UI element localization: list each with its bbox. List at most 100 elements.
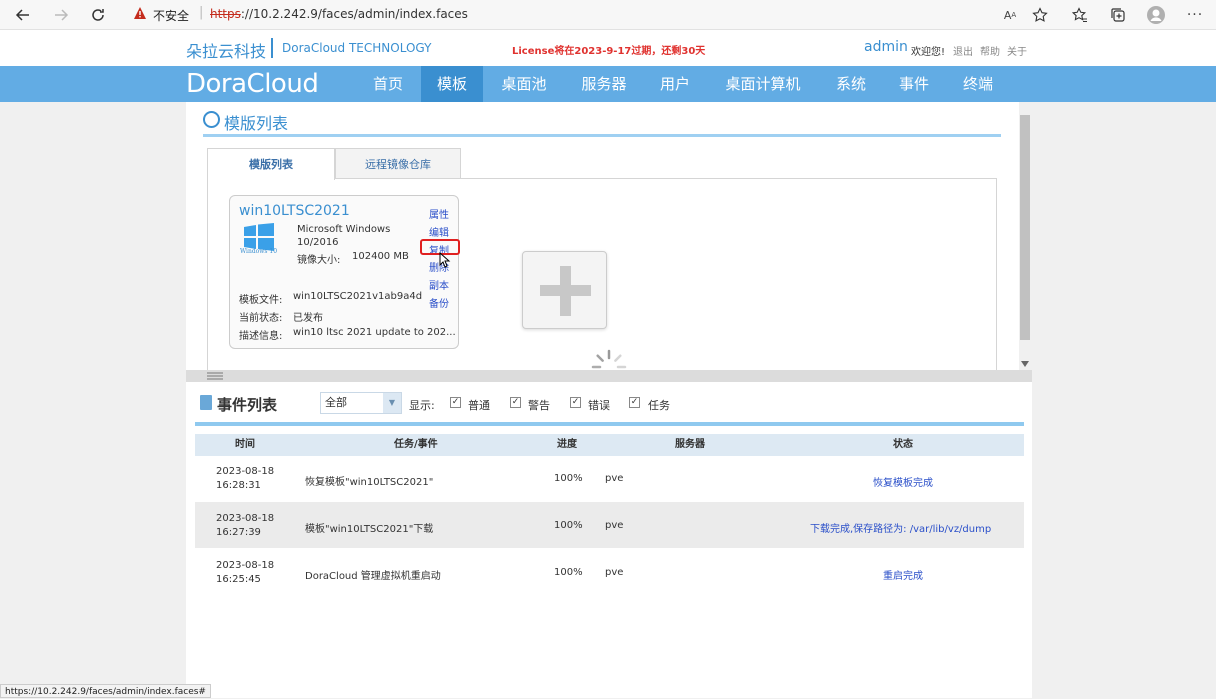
filter-task-checkbox[interactable]: ✓ <box>629 397 640 408</box>
filter-task-label: 任务 <box>648 399 670 412</box>
description-value: win10 ltsc 2021 update to 202... <box>293 327 456 338</box>
row-time: 16:25:45 <box>216 574 261 585</box>
loading-spinner-icon <box>591 349 627 369</box>
insecure-label[interactable]: 不安全 <box>153 7 189 24</box>
filter-error-checkbox[interactable]: ✓ <box>570 397 581 408</box>
column-task-event[interactable]: 任务/事件 <box>394 434 438 456</box>
forward-icon[interactable] <box>50 4 72 26</box>
events-table-header: 时间 任务/事件 进度 服务器 状态 <box>195 434 1024 456</box>
template-name[interactable]: win10LTSC2021 <box>239 203 350 219</box>
logo: DoraCloud <box>186 69 319 99</box>
chevron-down-icon[interactable]: ▼ <box>383 393 401 413</box>
nav-events[interactable]: 事件 <box>889 66 939 102</box>
username: admin <box>864 39 908 55</box>
main-nav: DoraCloud 首页 模板 桌面池 服务器 用户 桌面计算机 系统 事件 终… <box>0 66 1216 102</box>
column-server[interactable]: 服务器 <box>675 434 705 456</box>
splitter-handle-icon[interactable] <box>207 372 223 380</box>
more-icon[interactable]: ··· <box>1184 4 1206 26</box>
tab-remote-image-repo[interactable]: 远程镜像仓库 <box>335 148 461 180</box>
row-event: 模板"win10LTSC2021"下载 <box>305 524 434 535</box>
row-event: 恢复模板"win10LTSC2021" <box>305 477 434 488</box>
description-label: 描述信息: <box>239 331 283 342</box>
event-filter-select[interactable]: 全部 ▼ <box>320 392 402 414</box>
event-filter-value: 全部 <box>325 396 347 409</box>
plus-icon <box>540 266 591 316</box>
nav-terminals[interactable]: 终端 <box>953 66 1003 102</box>
nav-system[interactable]: 系统 <box>826 66 876 102</box>
add-template-button[interactable] <box>522 251 607 329</box>
image-size-label: 镜像大小: <box>297 255 341 266</box>
template-card[interactable]: win10LTSC2021 Windows 10 Microsoft Windo… <box>229 195 460 349</box>
address-bar[interactable]: https://10.2.242.9/faces/admin/index.fac… <box>210 7 468 21</box>
url-separator: | <box>199 5 204 20</box>
nav-home[interactable]: 首页 <box>358 66 418 102</box>
row-status: 重启完成 <box>883 571 923 582</box>
filter-error-label: 错误 <box>588 399 610 412</box>
tab-template-list[interactable]: 模版列表 <box>207 148 335 180</box>
film-reel-icon <box>203 111 220 128</box>
favorite-add-icon[interactable] <box>1029 4 1051 26</box>
about-link[interactable]: 关于 <box>1007 43 1027 58</box>
column-progress[interactable]: 进度 <box>557 434 577 456</box>
cursor-icon <box>439 252 451 268</box>
column-status[interactable]: 状态 <box>893 434 913 456</box>
license-notice: License将在2023-9-17过期，还剩30天 <box>512 46 706 57</box>
column-time[interactable]: 时间 <box>235 434 255 456</box>
title-underline <box>203 134 1001 137</box>
row-time: 16:27:39 <box>216 527 261 538</box>
nav-desktop-pool[interactable]: 桌面池 <box>490 66 558 102</box>
profile-icon[interactable] <box>1145 4 1167 26</box>
filter-warning-checkbox[interactable]: ✓ <box>510 397 521 408</box>
scroll-down-icon[interactable] <box>1021 361 1029 367</box>
table-row[interactable]: 2023-08-18 16:28:31 恢复模板"win10LTSC2021" … <box>195 456 1024 502</box>
windows-logo-text: Windows 10 <box>240 248 278 255</box>
os-name: Microsoft Windows <box>297 224 391 235</box>
url-path: ://10.2.242.9/faces/admin/index.faces <box>240 7 468 21</box>
nav-servers[interactable]: 服务器 <box>570 66 638 102</box>
edit-link[interactable]: 编辑 <box>429 224 449 239</box>
row-status: 下载完成,保存路径为: /var/lib/vz/dump <box>810 524 992 535</box>
scrollbar-thumb[interactable] <box>1020 115 1030 340</box>
status-url: https://10.2.242.9/faces/admin/index.fac… <box>0 684 211 698</box>
back-icon[interactable] <box>12 4 34 26</box>
row-time: 16:28:31 <box>216 480 261 491</box>
os-version: 10/2016 <box>297 237 339 248</box>
read-aloud-icon[interactable]: AA <box>999 4 1021 26</box>
url-scheme: https <box>210 7 241 21</box>
help-link[interactable]: 帮助 <box>980 43 1000 58</box>
welcome-text: 欢迎您! <box>911 47 946 58</box>
browser-toolbar: 不安全 | https://10.2.242.9/faces/admin/ind… <box>0 0 1216 30</box>
filter-normal-label: 普通 <box>468 399 490 412</box>
refresh-icon[interactable] <box>87 4 109 26</box>
template-panel: 模版列表 模版列表 远程镜像仓库 win10LTSC2021 Windows 1… <box>186 102 1032 370</box>
backup-link[interactable]: 备份 <box>429 295 449 310</box>
document-icon <box>200 395 212 410</box>
favorites-icon[interactable] <box>1069 4 1091 26</box>
events-panel: 事件列表 全部 ▼ 显示: ✓ 普通 ✓ 警告 ✓ 错误 ✓ 任务 时间 任务/… <box>186 382 1032 698</box>
row-status: 恢复模板完成 <box>873 478 933 489</box>
section-title: 模版列表 <box>224 114 289 133</box>
logout-link[interactable]: 退出 <box>953 43 973 58</box>
app-header: 朵拉云科技 DoraCloud TECHNOLOGY License将在2023… <box>0 30 1216 66</box>
replica-link[interactable]: 副本 <box>429 277 449 292</box>
template-file-value: win10LTSC2021v1ab9a4d <box>293 291 423 302</box>
nav-templates[interactable]: 模板 <box>421 66 483 102</box>
filter-normal-checkbox[interactable]: ✓ <box>450 397 461 408</box>
show-label: 显示: <box>409 399 435 412</box>
warning-icon <box>134 7 146 19</box>
row-event: DoraCloud 管理虚拟机重启动 <box>305 571 441 582</box>
table-row[interactable]: 2023-08-18 16:27:39 模板"win10LTSC2021"下载 … <box>195 502 1024 548</box>
panel-splitter[interactable] <box>186 370 1032 382</box>
state-label: 当前状态: <box>239 313 283 324</box>
image-size-value: 102400 MB <box>352 251 409 262</box>
row-date: 2023-08-18 <box>216 560 275 571</box>
row-progress: 100% <box>554 520 583 531</box>
collections-icon[interactable] <box>1107 4 1129 26</box>
events-title: 事件列表 <box>217 396 278 414</box>
brand-divider <box>271 38 273 58</box>
nav-desktop-computers[interactable]: 桌面计算机 <box>716 66 810 102</box>
nav-users[interactable]: 用户 <box>650 66 700 102</box>
row-server: pve <box>605 473 624 484</box>
table-row[interactable]: 2023-08-18 16:25:45 DoraCloud 管理虚拟机重启动 1… <box>195 548 1024 594</box>
properties-link[interactable]: 属性 <box>429 206 449 221</box>
